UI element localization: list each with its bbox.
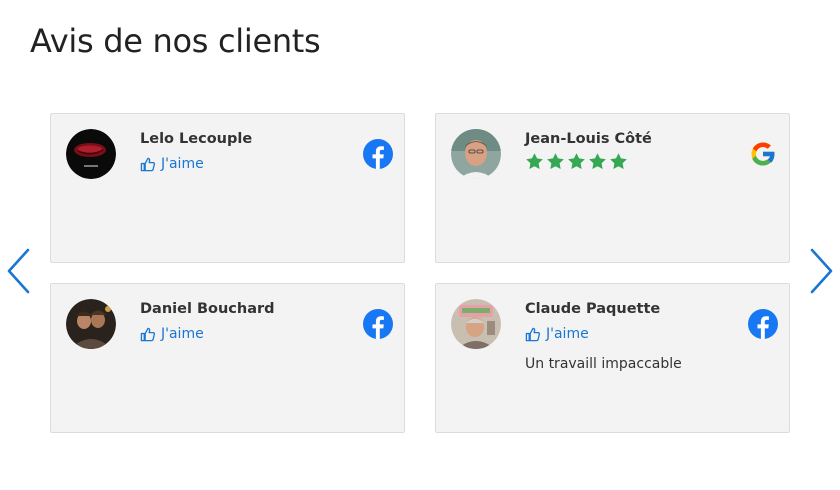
- reaction-label: J'aime: [161, 326, 204, 342]
- review-card: Daniel Bouchard J'aime: [50, 283, 405, 433]
- avatar[interactable]: [66, 299, 116, 349]
- star-icon: [547, 153, 564, 169]
- facebook-icon[interactable]: [363, 309, 393, 339]
- reaction: J'aime: [140, 156, 204, 172]
- reaction-label: J'aime: [161, 156, 204, 172]
- carousel-prev-button[interactable]: [4, 248, 34, 294]
- reviewer-name[interactable]: Lelo Lecouple: [140, 131, 252, 147]
- reaction: J'aime: [140, 326, 204, 342]
- review-card: Jean-Louis Côté: [435, 113, 790, 263]
- carousel-next-button[interactable]: [806, 248, 836, 294]
- avatar[interactable]: [451, 129, 501, 179]
- reviewer-name[interactable]: Daniel Bouchard: [140, 301, 275, 317]
- thumbs-up-icon: [525, 327, 540, 341]
- review-text: Un travaill impaccable: [525, 356, 682, 372]
- page-title: Avis de nos clients: [30, 22, 321, 60]
- facebook-icon[interactable]: [363, 139, 393, 169]
- star-icon: [568, 153, 585, 169]
- reaction: J'aime: [525, 326, 589, 342]
- google-icon[interactable]: [748, 139, 778, 169]
- review-card: Lelo Lecouple J'aime: [50, 113, 405, 263]
- reviewer-name[interactable]: Jean-Louis Côté: [525, 131, 652, 147]
- avatar[interactable]: [451, 299, 501, 349]
- chevron-right-icon: [810, 248, 833, 294]
- thumbs-up-icon: [140, 327, 155, 341]
- facebook-icon[interactable]: [748, 309, 778, 339]
- review-card: Claude Paquette J'aime Un travaill impac…: [435, 283, 790, 433]
- reaction-label: J'aime: [546, 326, 589, 342]
- star-icon: [589, 153, 606, 169]
- star-icon: [526, 153, 543, 169]
- thumbs-up-icon: [140, 157, 155, 171]
- star-rating: [525, 152, 628, 171]
- reviewer-name[interactable]: Claude Paquette: [525, 301, 660, 317]
- avatar[interactable]: [66, 129, 116, 179]
- star-icon: [610, 153, 627, 169]
- chevron-left-icon: [7, 248, 30, 294]
